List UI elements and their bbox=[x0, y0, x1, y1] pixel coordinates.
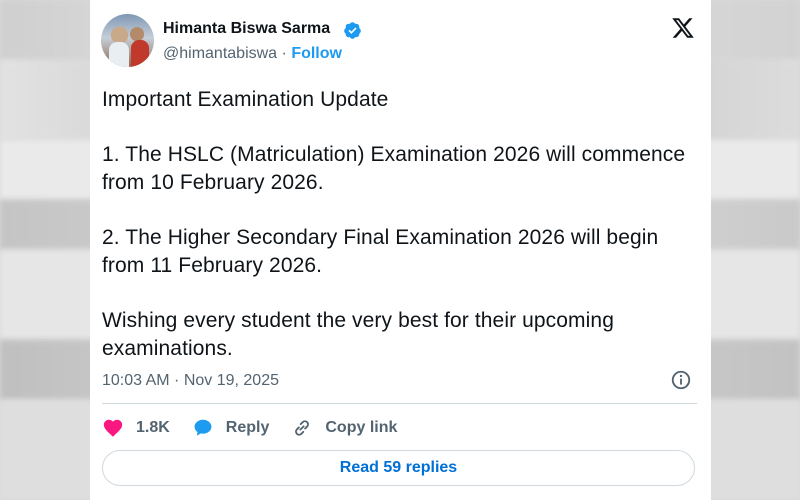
author-handle-row: @himantabiswa · Follow bbox=[163, 45, 342, 63]
avatar-figure bbox=[131, 40, 149, 67]
tweet-line: 2. The Higher Secondary Final Examinatio… bbox=[102, 226, 659, 277]
avatar-figure bbox=[109, 42, 129, 67]
info-icon[interactable] bbox=[670, 369, 692, 391]
copy-link-button[interactable]: Copy link bbox=[291, 417, 397, 439]
reply-button[interactable]: Reply bbox=[192, 417, 270, 439]
reply-label: Reply bbox=[225, 419, 270, 436]
avatar[interactable] bbox=[101, 14, 154, 67]
heart-icon bbox=[103, 419, 123, 437]
tweet-line: Important Examination Update bbox=[102, 88, 389, 111]
tweet-timestamp[interactable]: 10:03 AM · Nov 19, 2025 bbox=[102, 372, 279, 390]
tweet-text: Important Examination Update 1. The HSLC… bbox=[102, 86, 702, 363]
action-bar: 1.8K Reply Copy link bbox=[102, 414, 419, 442]
follow-button[interactable]: Follow bbox=[291, 45, 342, 62]
author-handle[interactable]: @himantabiswa bbox=[163, 45, 277, 62]
copy-link-label: Copy link bbox=[325, 419, 398, 436]
read-replies-button[interactable]: Read 59 replies bbox=[102, 450, 695, 486]
separator: · bbox=[281, 45, 287, 62]
divider bbox=[102, 403, 697, 404]
x-logo-icon[interactable] bbox=[670, 16, 696, 40]
like-button[interactable]: 1.8K bbox=[102, 417, 170, 439]
tweet-card: Himanta Biswa Sarma @himantabiswa · Foll… bbox=[90, 0, 711, 500]
tweet-line: 1. The HSLC (Matriculation) Examination … bbox=[102, 143, 686, 194]
tweet-line: Wishing every student the very best for … bbox=[102, 309, 614, 360]
link-icon bbox=[295, 420, 310, 436]
speech-bubble-icon bbox=[194, 419, 212, 436]
verified-badge-icon bbox=[344, 22, 361, 39]
author-name[interactable]: Himanta Biswa Sarma bbox=[163, 20, 330, 38]
like-count: 1.8K bbox=[136, 419, 170, 436]
